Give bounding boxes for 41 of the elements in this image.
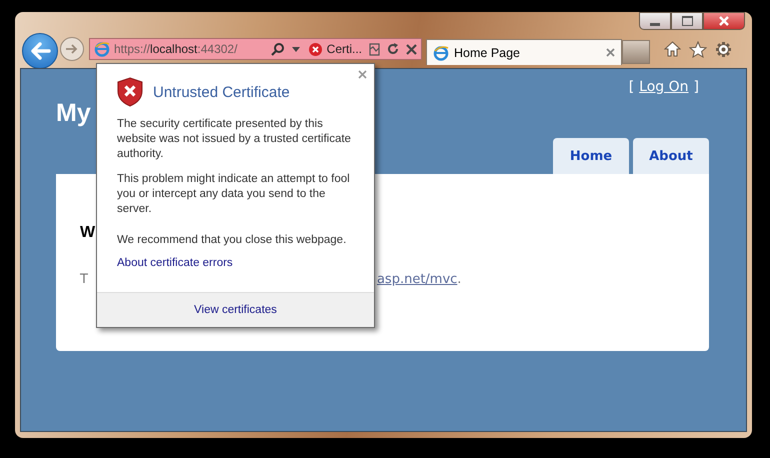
arrow-left-icon [29,42,51,60]
error-icon [308,42,322,56]
site-title: My [56,99,91,128]
bracket-text: ] [694,79,699,95]
star-icon[interactable] [689,40,707,58]
search-icon[interactable] [270,42,285,56]
home-icon[interactable] [664,41,681,57]
settings-icon[interactable] [715,40,732,58]
minimize-button[interactable] [639,12,671,30]
close-icon [718,16,730,26]
address-url: https://localhost:44302/ [114,42,238,56]
browser-tab[interactable]: Home Page [426,39,622,65]
close-icon[interactable] [358,70,367,79]
log-on-link[interactable]: Log On [639,79,689,95]
close-button[interactable] [703,12,745,30]
close-icon[interactable] [406,44,417,54]
address-bar[interactable]: https://localhost:44302/ Certi... [89,38,422,60]
certificate-errors-link[interactable]: About certificate errors [117,257,374,269]
refresh-icon[interactable] [387,43,399,55]
mvc-link[interactable]: asp.net/mvc [376,272,458,287]
period-text: . [457,272,462,287]
nav-tab[interactable]: Home [553,138,629,174]
arrow-right-icon [65,43,79,55]
caret-icon[interactable] [292,46,300,52]
popup-message: This problem might indicate an attempt to fool you or intercept any data you send to the server. [117,172,351,217]
view-certificates-link[interactable]: View certificates [194,304,277,316]
close-icon[interactable] [606,48,615,57]
shield-error-icon [117,77,143,107]
popup-message: The security certificate presented by this website was not issued by a trusted certificate authority. [117,117,352,162]
certificate-error-label[interactable]: Certi... [326,42,362,56]
popup-title: Untrusted Certificate [153,84,290,100]
maximize-button[interactable] [671,12,703,30]
body-text: T [80,272,88,287]
bracket-text: [ [628,79,634,95]
browser-logo-icon [433,44,449,60]
new-tab-button[interactable] [622,40,650,64]
popup-message: We recommend that you close this webpage. [117,233,348,248]
back-button[interactable] [22,33,58,69]
page-heading: W [80,224,96,242]
browser-logo-icon [94,41,110,57]
nav-tab[interactable]: About [633,138,709,174]
